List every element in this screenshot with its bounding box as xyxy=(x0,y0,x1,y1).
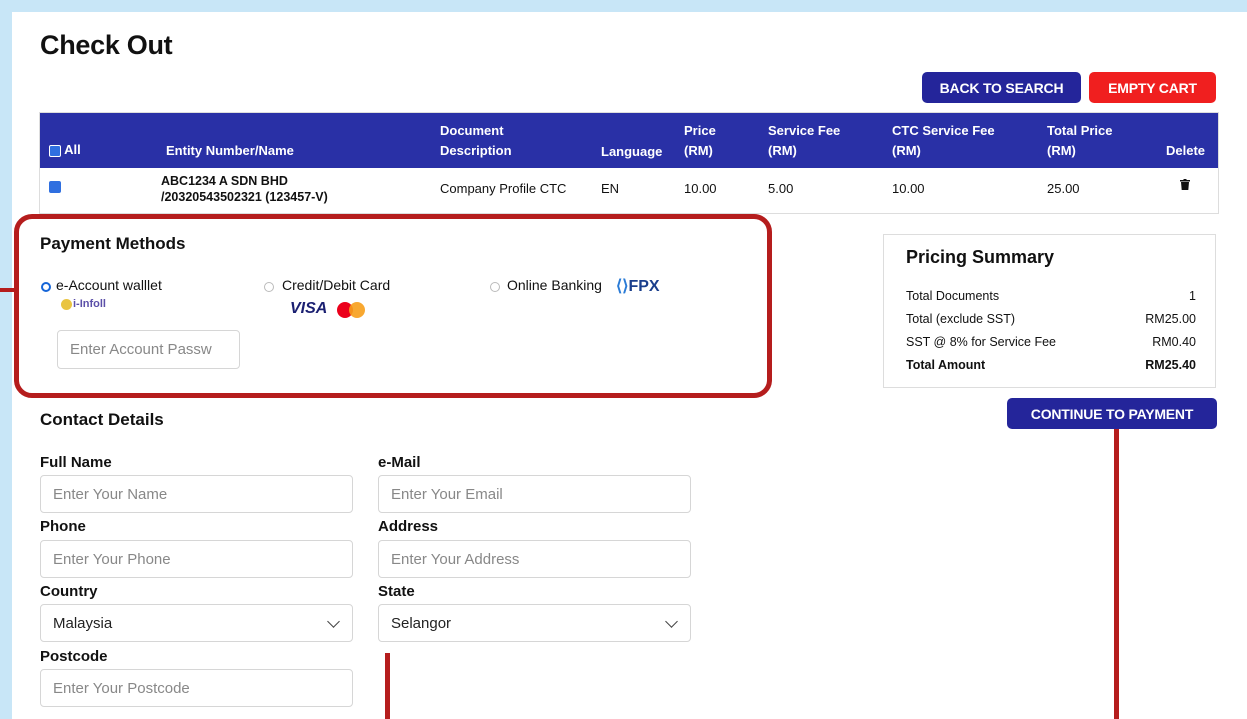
summary-total-value: RM25.40 xyxy=(1145,358,1196,372)
select-all-checkbox[interactable] xyxy=(49,144,61,157)
row-entity-number: /20320543502321 (123457-V) xyxy=(161,190,328,204)
email-input[interactable]: Enter Your Email xyxy=(378,475,691,513)
header-fee-line1: Service Fee xyxy=(768,123,841,138)
visa-logo-icon: VISA xyxy=(290,300,328,317)
contact-details-title: Contact Details xyxy=(40,410,164,429)
full-name-input[interactable]: Enter Your Name xyxy=(40,475,353,513)
trash-icon[interactable] xyxy=(1180,179,1190,190)
postcode-input[interactable]: Enter Your Postcode xyxy=(40,669,353,707)
summary-value: 1 xyxy=(1189,289,1196,303)
cart-table: All Entity Number/Name Document Descript… xyxy=(39,112,1219,214)
row-price: 10.00 xyxy=(684,181,717,196)
account-password-input[interactable]: Enter Account Passw xyxy=(57,330,240,369)
row-ctc-fee: 10.00 xyxy=(892,181,925,196)
summary-value: RM25.00 xyxy=(1145,312,1196,326)
summary-value: RM0.40 xyxy=(1152,335,1196,349)
phone-input[interactable]: Enter Your Phone xyxy=(40,540,353,578)
ewallet-label: e-Account walllet xyxy=(56,277,162,293)
table-header: All Entity Number/Name Document Descript… xyxy=(40,113,1218,168)
header-language: Language xyxy=(601,144,663,159)
banking-radio[interactable] xyxy=(490,282,500,292)
select-all-label: All xyxy=(64,142,81,157)
mastercard-logo-icon xyxy=(337,302,365,318)
header-doc-line2: Description xyxy=(440,143,512,158)
postcode-label: Postcode xyxy=(40,648,108,665)
summary-row: Total (exclude SST) RM25.00 xyxy=(906,312,1196,326)
select-all[interactable]: All xyxy=(49,140,81,160)
header-ctc-line2: (RM) xyxy=(892,143,921,158)
summary-label: SST @ 8% for Service Fee xyxy=(906,335,1057,349)
banking-label: Online Banking xyxy=(507,277,602,293)
summary-row: SST @ 8% for Service Fee RM0.40 xyxy=(906,335,1196,349)
checkout-page: Check Out BACK TO SEARCH EMPTY CART All … xyxy=(12,12,1247,719)
back-to-search-button[interactable]: BACK TO SEARCH xyxy=(922,72,1081,103)
row-checkbox[interactable] xyxy=(49,180,61,193)
pricing-summary-title: Pricing Summary xyxy=(906,247,1055,267)
page-title: Check Out xyxy=(40,30,173,60)
fpx-logo-icon: ⟨⟩FPX xyxy=(616,278,660,295)
header-price-line2: (RM) xyxy=(684,143,713,158)
header-total-line2: (RM) xyxy=(1047,143,1076,158)
header-total-line1: Total Price xyxy=(1047,123,1113,138)
card-label: Credit/Debit Card xyxy=(282,277,391,293)
infoll-logo-icon: i-Infoll xyxy=(61,298,106,310)
summary-row: Total Documents 1 xyxy=(906,289,1196,303)
state-label: State xyxy=(378,583,415,600)
row-service-fee: 5.00 xyxy=(768,181,794,196)
state-value: Selangor xyxy=(391,614,452,632)
row-entity-name: ABC1234 A SDN BHD xyxy=(161,174,288,188)
header-fee-line2: (RM) xyxy=(768,143,797,158)
card-radio[interactable] xyxy=(264,282,274,292)
country-label: Country xyxy=(40,583,98,600)
summary-label: Total (exclude SST) xyxy=(906,312,1016,326)
header-delete: Delete xyxy=(1166,143,1206,158)
row-language: EN xyxy=(601,181,620,196)
row-entity: ABC1234 A SDN BHD /20320543502321 (12345… xyxy=(161,173,328,205)
summary-label: Total Documents xyxy=(906,289,1000,303)
header-doc-line1: Document xyxy=(440,123,504,138)
empty-cart-button[interactable]: EMPTY CART xyxy=(1089,72,1216,103)
continue-to-payment-button[interactable]: CONTINUE TO PAYMENT xyxy=(1007,398,1217,429)
state-select[interactable]: Selangor xyxy=(378,604,691,642)
chevron-down-icon xyxy=(327,615,340,628)
full-name-label: Full Name xyxy=(40,454,112,471)
header-price-line1: Price xyxy=(684,123,716,138)
country-select[interactable]: Malaysia xyxy=(40,604,353,642)
table-row: ABC1234 A SDN BHD /20320543502321 (12345… xyxy=(40,168,1218,213)
address-input[interactable]: Enter Your Address xyxy=(378,540,691,578)
country-value: Malaysia xyxy=(53,614,113,632)
header-ctc-line1: CTC Service Fee xyxy=(892,123,995,138)
address-label: Address xyxy=(378,518,439,535)
row-total: 25.00 xyxy=(1047,181,1080,196)
payment-methods-title: Payment Methods xyxy=(40,234,186,253)
email-label: e-Mail xyxy=(378,454,421,471)
ewallet-radio[interactable] xyxy=(41,282,51,292)
row-description: Company Profile CTC xyxy=(440,181,567,196)
chevron-down-icon xyxy=(665,615,678,628)
row-checkbox-wrap[interactable] xyxy=(49,178,61,193)
annotation-line-state xyxy=(385,653,390,719)
pricing-summary: Pricing Summary Total Documents 1 Total … xyxy=(883,234,1216,388)
summary-total-label: Total Amount xyxy=(906,358,986,372)
annotation-line-payment xyxy=(0,288,14,292)
phone-label: Phone xyxy=(40,518,86,535)
summary-total-row: Total Amount RM25.40 xyxy=(906,358,1196,372)
header-entity: Entity Number/Name xyxy=(166,143,294,158)
annotation-line-continue xyxy=(1114,429,1119,719)
